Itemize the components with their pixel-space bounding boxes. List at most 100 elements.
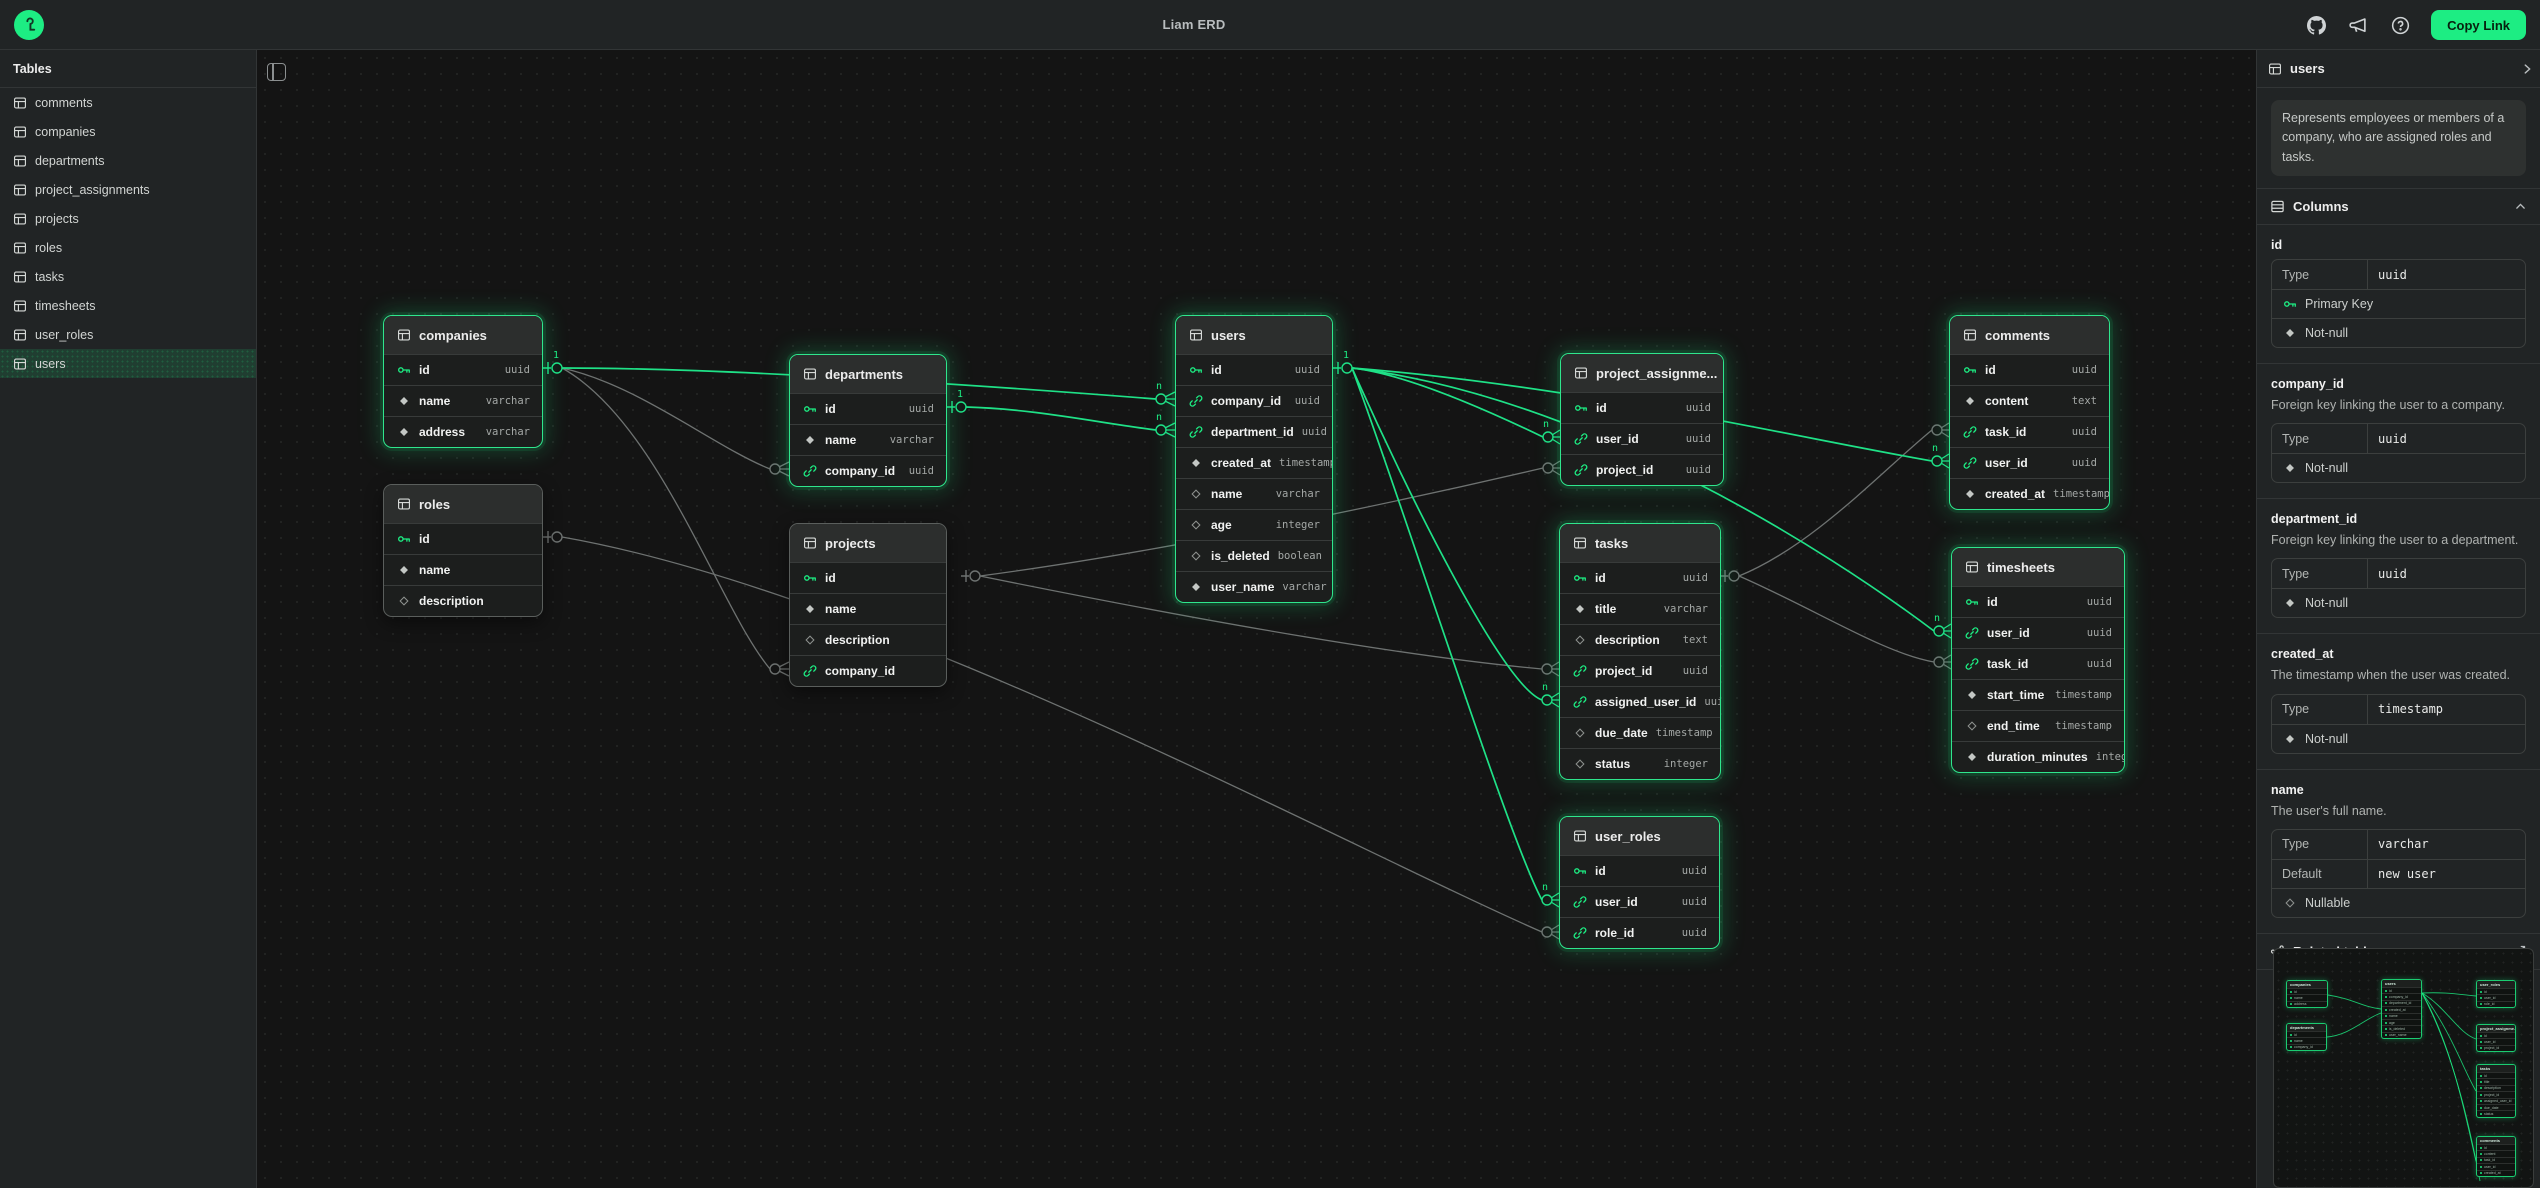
sidebar-item-tasks[interactable]: tasks	[0, 262, 256, 291]
erd-column-projects-id[interactable]: id	[790, 562, 946, 593]
erd-column-comments-task_id[interactable]: task_iduuid	[1950, 416, 2109, 447]
erd-column-users-id[interactable]: iduuid	[1176, 354, 1332, 385]
columns-section-header[interactable]: Columns	[2257, 188, 2540, 225]
erd-column-tasks-assigned_user_id[interactable]: assigned_user_iduuid	[1560, 686, 1720, 717]
erd-table-header[interactable]: timesheets	[1952, 548, 2124, 586]
sidebar-item-users[interactable]: users	[0, 349, 256, 378]
sidebar-title: Tables	[0, 50, 256, 88]
erd-column-tasks-project_id[interactable]: project_iduuid	[1560, 655, 1720, 686]
erd-column-tasks-id[interactable]: iduuid	[1560, 562, 1720, 593]
erd-table-tasks[interactable]: tasksiduuidtitlevarchardescriptiontextpr…	[1559, 523, 1721, 780]
erd-column-users-name[interactable]: namevarchar	[1176, 478, 1332, 509]
erd-table-comments[interactable]: commentsiduuidcontenttexttask_iduuiduser…	[1949, 315, 2110, 510]
erd-column-users-company_id[interactable]: company_iduuid	[1176, 385, 1332, 416]
erd-column-user_roles-user_id[interactable]: user_iduuid	[1560, 886, 1719, 917]
erd-table-users[interactable]: usersiduuidcompany_iduuiddepartment_iduu…	[1175, 315, 1333, 603]
sidebar-table-list: commentscompaniesdepartmentsproject_assi…	[0, 88, 256, 378]
erd-column-comments-content[interactable]: contenttext	[1950, 385, 2109, 416]
table-icon	[802, 367, 817, 382]
erd-table-timesheets[interactable]: timesheetsiduuiduser_iduuidtask_iduuidst…	[1951, 547, 2125, 773]
sidebar-item-comments[interactable]: comments	[0, 88, 256, 117]
erd-table-project_assignments[interactable]: project_assignme...iduuiduser_iduuidproj…	[1560, 353, 1724, 486]
erd-column-roles-id[interactable]: id	[384, 523, 542, 554]
erd-column-timesheets-duration_minutes[interactable]: duration_minutesinteger	[1952, 741, 2124, 772]
erd-column-users-created_at[interactable]: created_attimestamp	[1176, 447, 1332, 478]
erd-table-header[interactable]: project_assignme...	[1561, 354, 1723, 392]
erd-column-companies-id[interactable]: iduuid	[384, 354, 542, 385]
sidebar-item-companies[interactable]: companies	[0, 117, 256, 146]
nullable-diamond-icon	[2282, 895, 2297, 910]
erd-table-header[interactable]: comments	[1950, 316, 2109, 354]
erd-column-roles-name[interactable]: name	[384, 554, 542, 585]
help-icon[interactable]	[2389, 14, 2411, 36]
erd-column-project_assignments-id[interactable]: iduuid	[1561, 392, 1723, 423]
erd-table-header[interactable]: tasks	[1560, 524, 1720, 562]
erd-column-departments-company_id[interactable]: company_iduuid	[790, 455, 946, 486]
erd-column-tasks-status[interactable]: statusinteger	[1560, 748, 1720, 779]
columns-icon	[2270, 199, 2285, 214]
erd-column-projects-company_id[interactable]: company_id	[790, 655, 946, 686]
liam-logo-icon[interactable]	[14, 10, 44, 40]
table-icon	[2267, 61, 2282, 76]
table-icon	[12, 269, 27, 284]
erd-table-header[interactable]: users	[1176, 316, 1332, 354]
erd-column-departments-id[interactable]: iduuid	[790, 393, 946, 424]
related-tables-minimap[interactable]: companiesidnameaddressdepartmentsidnamec…	[2273, 948, 2534, 1188]
erd-column-departments-name[interactable]: namevarchar	[790, 424, 946, 455]
erd-canvas[interactable]: 1n1n1nnnnn companiesiduuidnamevarcharadd…	[257, 50, 2256, 1188]
erd-table-header[interactable]: user_roles	[1560, 817, 1719, 855]
megaphone-icon[interactable]	[2347, 14, 2369, 36]
erd-column-timesheets-user_id[interactable]: user_iduuid	[1952, 617, 2124, 648]
erd-table-roles[interactable]: rolesidnamedescription	[383, 484, 543, 617]
erd-column-users-user_name[interactable]: user_namevarchar	[1176, 571, 1332, 602]
erd-column-comments-user_id[interactable]: user_iduuid	[1950, 447, 2109, 478]
not-null-diamond-icon	[396, 425, 411, 440]
erd-column-timesheets-id[interactable]: iduuid	[1952, 586, 2124, 617]
sidebar-item-timesheets[interactable]: timesheets	[0, 291, 256, 320]
erd-column-project_assignments-project_id[interactable]: project_iduuid	[1561, 454, 1723, 485]
erd-column-user_roles-role_id[interactable]: role_iduuid	[1560, 917, 1719, 948]
erd-table-companies[interactable]: companiesiduuidnamevarcharaddressvarchar	[383, 315, 543, 448]
erd-column-users-age[interactable]: ageinteger	[1176, 509, 1332, 540]
erd-table-header[interactable]: companies	[384, 316, 542, 354]
erd-column-users-department_id[interactable]: department_iduuid	[1176, 416, 1332, 447]
sidebar-item-project_assignments[interactable]: project_assignments	[0, 175, 256, 204]
erd-table-header[interactable]: roles	[384, 485, 542, 523]
sidebar-item-roles[interactable]: roles	[0, 233, 256, 262]
erd-column-roles-description[interactable]: description	[384, 585, 542, 616]
erd-column-comments-created_at[interactable]: created_attimestamp	[1950, 478, 2109, 509]
erd-column-projects-name[interactable]: name	[790, 593, 946, 624]
erd-column-project_assignments-user_id[interactable]: user_iduuid	[1561, 423, 1723, 454]
primary-key-icon	[1188, 363, 1203, 378]
erd-column-tasks-title[interactable]: titlevarchar	[1560, 593, 1720, 624]
erd-column-tasks-description[interactable]: descriptiontext	[1560, 624, 1720, 655]
erd-column-timesheets-start_time[interactable]: start_timetimestamp	[1952, 679, 2124, 710]
table-icon	[12, 95, 27, 110]
foreign-key-icon	[1188, 425, 1203, 440]
sidebar-item-projects[interactable]: projects	[0, 204, 256, 233]
sidebar-item-departments[interactable]: departments	[0, 146, 256, 175]
erd-table-header[interactable]: projects	[790, 524, 946, 562]
erd-column-tasks-due_date[interactable]: due_datetimestamp	[1560, 717, 1720, 748]
top-bar: Liam ERD Copy Link	[0, 0, 2540, 50]
erd-table-projects[interactable]: projectsidnamedescriptioncompany_id	[789, 523, 947, 687]
erd-column-projects-description[interactable]: description	[790, 624, 946, 655]
app-title: Liam ERD	[1134, 0, 1254, 50]
erd-table-user_roles[interactable]: user_rolesiduuiduser_iduuidrole_iduuid	[1559, 816, 1720, 949]
collapse-panel-icon[interactable]	[2520, 62, 2534, 76]
github-icon[interactable]	[2305, 14, 2327, 36]
erd-column-users-is_deleted[interactable]: is_deletedboolean	[1176, 540, 1332, 571]
sidebar-toggle-icon[interactable]	[267, 63, 286, 81]
erd-column-user_roles-id[interactable]: iduuid	[1560, 855, 1719, 886]
erd-column-comments-id[interactable]: iduuid	[1950, 354, 2109, 385]
erd-column-timesheets-end_time[interactable]: end_timetimestamp	[1952, 710, 2124, 741]
erd-column-timesheets-task_id[interactable]: task_iduuid	[1952, 648, 2124, 679]
erd-column-companies-name[interactable]: namevarchar	[384, 385, 542, 416]
sidebar-item-user_roles[interactable]: user_roles	[0, 320, 256, 349]
erd-table-departments[interactable]: departmentsiduuidnamevarcharcompany_iduu…	[789, 354, 947, 487]
copy-link-button[interactable]: Copy Link	[2431, 10, 2526, 40]
not-null-diamond-icon	[1188, 580, 1203, 595]
chevron-up-icon[interactable]	[2514, 200, 2527, 213]
erd-table-header[interactable]: departments	[790, 355, 946, 393]
erd-column-companies-address[interactable]: addressvarchar	[384, 416, 542, 447]
